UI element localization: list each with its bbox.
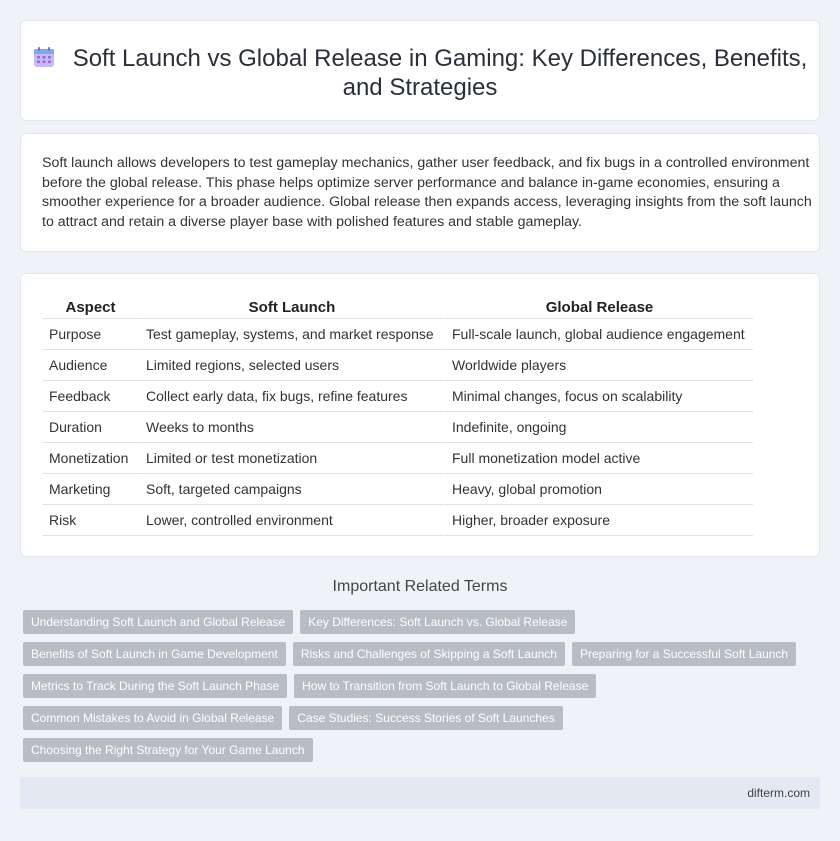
footer-site-link[interactable]: difterm.com [747, 786, 810, 800]
comparison-table: Aspect Soft Launch Global Release Purpos… [43, 296, 753, 536]
table-cell: Soft, targeted campaigns [138, 474, 444, 505]
header-aspect: Aspect [43, 296, 138, 319]
table-cell: Heavy, global promotion [444, 474, 753, 505]
comparison-card: Aspect Soft Launch Global Release Purpos… [20, 273, 820, 557]
header-card: Soft Launch vs Global Release in Gaming:… [20, 20, 820, 121]
table-cell: Limited regions, selected users [138, 350, 444, 381]
tag-row: Benefits of Soft Launch in Game Developm… [23, 642, 803, 666]
tag-row: Metrics to Track During the Soft Launch … [23, 674, 803, 698]
header-soft-launch: Soft Launch [138, 296, 444, 319]
page-title-wrap: Soft Launch vs Global Release in Gaming:… [21, 44, 819, 102]
table-cell: Minimal changes, focus on scalability [444, 381, 753, 412]
table-row: Audience Limited regions, selected users… [43, 350, 753, 381]
table-row: Risk Lower, controlled environment Highe… [43, 505, 753, 536]
related-term-tag[interactable]: Understanding Soft Launch and Global Rel… [23, 610, 294, 634]
related-term-tag[interactable]: Metrics to Track During the Soft Launch … [23, 674, 288, 698]
table-cell: Marketing [43, 474, 138, 505]
table-cell: Audience [43, 350, 138, 381]
table-cell: Duration [43, 412, 138, 443]
table-cell: Feedback [43, 381, 138, 412]
footer-bar: difterm.com [20, 777, 820, 809]
table-cell: Lower, controlled environment [138, 505, 444, 536]
table-cell: Full-scale launch, global audience engag… [444, 319, 753, 350]
table-cell: Worldwide players [444, 350, 753, 381]
tag-row: Common Mistakes to Avoid in Global Relea… [23, 706, 803, 730]
table-row: Purpose Test gameplay, systems, and mark… [43, 319, 753, 350]
table-cell: Purpose [43, 319, 138, 350]
table-cell: Indefinite, ongoing [444, 412, 753, 443]
table-cell: Risk [43, 505, 138, 536]
table-row: Feedback Collect early data, fix bugs, r… [43, 381, 753, 412]
related-term-tag[interactable]: Common Mistakes to Avoid in Global Relea… [23, 706, 283, 730]
related-term-tag[interactable]: Choosing the Right Strategy for Your Gam… [23, 738, 313, 762]
table-cell: Test gameplay, systems, and market respo… [138, 319, 444, 350]
related-terms-list: Understanding Soft Launch and Global Rel… [23, 610, 803, 770]
related-term-tag[interactable]: Risks and Challenges of Skipping a Soft … [292, 642, 565, 666]
related-term-tag[interactable]: How to Transition from Soft Launch to Gl… [294, 674, 597, 698]
table-cell: Limited or test monetization [138, 443, 444, 474]
header-global-release: Global Release [444, 296, 753, 319]
related-terms-title: Important Related Terms [332, 578, 508, 595]
page-title: Soft Launch vs Global Release in Gaming:… [72, 45, 808, 101]
table-cell: Higher, broader exposure [444, 505, 753, 536]
related-term-tag[interactable]: Case Studies: Success Stories of Soft La… [289, 706, 563, 730]
table-cell: Monetization [43, 443, 138, 474]
table-row: Marketing Soft, targeted campaigns Heavy… [43, 474, 753, 505]
intro-paragraph: Soft launch allows developers to test ga… [42, 155, 812, 230]
table-header-row: Aspect Soft Launch Global Release [43, 296, 753, 319]
table-cell: Collect early data, fix bugs, refine fea… [138, 381, 444, 412]
related-term-tag[interactable]: Key Differences: Soft Launch vs. Global … [300, 610, 576, 634]
tag-row: Choosing the Right Strategy for Your Gam… [23, 738, 803, 762]
table-row: Duration Weeks to months Indefinite, ong… [43, 412, 753, 443]
related-term-tag[interactable]: Benefits of Soft Launch in Game Developm… [23, 642, 286, 666]
table-cell: Full monetization model active [444, 443, 753, 474]
tag-row: Understanding Soft Launch and Global Rel… [23, 610, 803, 634]
calendar-icon [33, 47, 54, 67]
table-row: Monetization Limited or test monetizatio… [43, 443, 753, 474]
table-cell: Weeks to months [138, 412, 444, 443]
related-term-tag[interactable]: Preparing for a Successful Soft Launch [571, 642, 797, 666]
intro-card: Soft launch allows developers to test ga… [20, 133, 820, 252]
